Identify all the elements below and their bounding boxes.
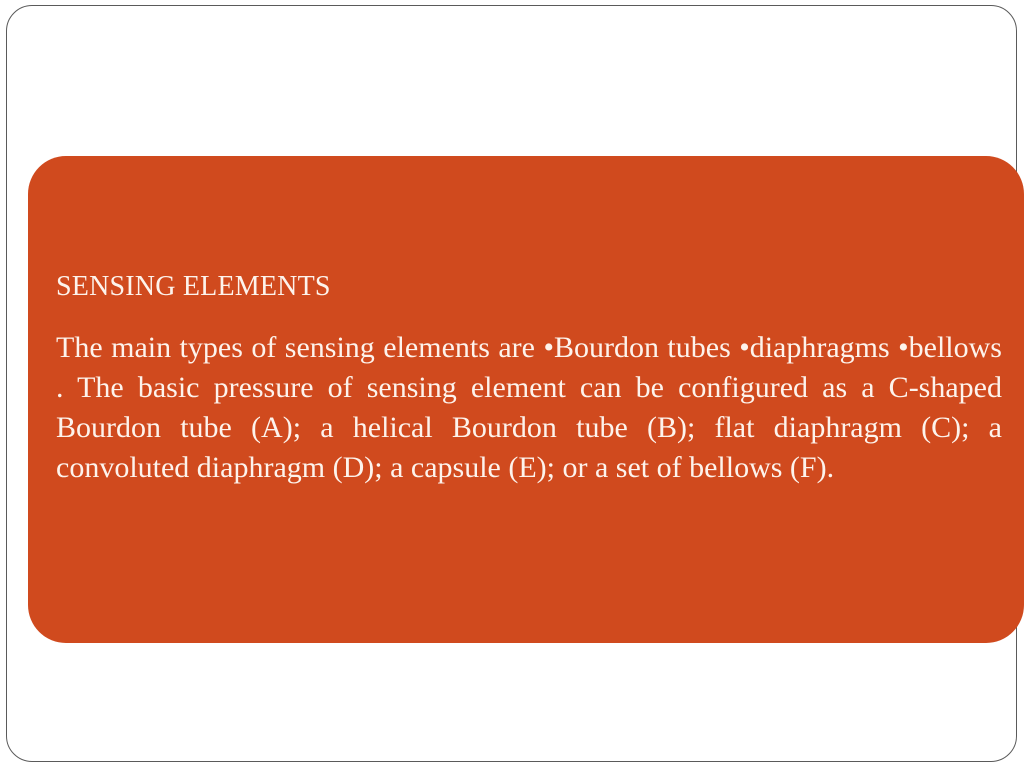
body-paragraph: The main types of sensing elements are •… [56,331,1002,484]
slide-canvas: SENSING ELEMENTS The main types of sensi… [0,0,1024,768]
content-panel: SENSING ELEMENTS The main types of sensi… [28,156,1024,643]
page-title: SENSING ELEMENTS [56,271,331,302]
panel-text-block: SENSING ELEMENTS The main types of sensi… [56,270,1002,488]
